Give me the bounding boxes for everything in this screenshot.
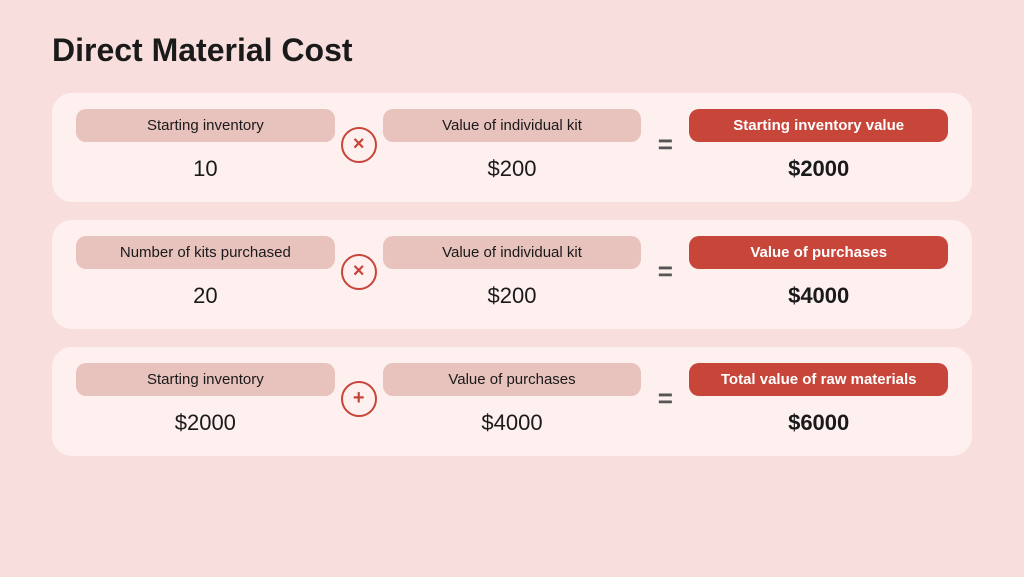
cell-label-1-2: Value of individual kit bbox=[383, 236, 642, 269]
equation-row-0: Starting inventory 10×Value of individual… bbox=[52, 93, 972, 202]
cell-value-1-4: $4000 bbox=[689, 279, 948, 313]
equation-row-2: Starting inventory $2000+Value of purchas… bbox=[52, 347, 972, 456]
page-title: Direct Material Cost bbox=[52, 32, 972, 69]
cell-group-2-2: Value of purchases $4000 bbox=[383, 363, 642, 440]
operator-symbol: + bbox=[341, 381, 377, 417]
cell-group-1-0: Number of kits purchased 20 bbox=[76, 236, 335, 313]
cell-label-0-4: Starting inventory value bbox=[689, 109, 948, 142]
cell-group-0-2: Value of individual kit $200 bbox=[383, 109, 642, 186]
operator-1-1: × bbox=[335, 254, 383, 296]
cell-label-0-2: Value of individual kit bbox=[383, 109, 642, 142]
operator-2-1: + bbox=[335, 381, 383, 423]
cell-label-0-0: Starting inventory bbox=[76, 109, 335, 142]
equation-row-1: Number of kits purchased 20×Value of indi… bbox=[52, 220, 972, 329]
equals-2-3: = bbox=[641, 383, 689, 420]
equals-0-3: = bbox=[641, 129, 689, 166]
cell-group-2-4: Total value of raw materials $6000 bbox=[689, 363, 948, 440]
cell-value-1-0: 20 bbox=[76, 279, 335, 313]
operator-symbol: × bbox=[341, 254, 377, 290]
operator-0-1: × bbox=[335, 127, 383, 169]
cell-value-2-0: $2000 bbox=[76, 406, 335, 440]
cell-group-0-4: Starting inventory value $2000 bbox=[689, 109, 948, 186]
operator-symbol: × bbox=[341, 127, 377, 163]
cell-label-1-0: Number of kits purchased bbox=[76, 236, 335, 269]
cell-label-2-0: Starting inventory bbox=[76, 363, 335, 396]
page-container: Direct Material Cost Starting inventory 1… bbox=[0, 0, 1024, 577]
cell-label-2-2: Value of purchases bbox=[383, 363, 642, 396]
cell-group-0-0: Starting inventory 10 bbox=[76, 109, 335, 186]
equals-symbol: = bbox=[658, 383, 673, 414]
cell-group-2-0: Starting inventory $2000 bbox=[76, 363, 335, 440]
cell-value-2-4: $6000 bbox=[689, 406, 948, 440]
cell-value-2-2: $4000 bbox=[383, 406, 642, 440]
cell-value-0-0: 10 bbox=[76, 152, 335, 186]
equals-1-3: = bbox=[641, 256, 689, 293]
cell-label-2-4: Total value of raw materials bbox=[689, 363, 948, 396]
cell-value-0-4: $2000 bbox=[689, 152, 948, 186]
equals-symbol: = bbox=[658, 129, 673, 160]
cell-group-1-4: Value of purchases $4000 bbox=[689, 236, 948, 313]
cell-label-1-4: Value of purchases bbox=[689, 236, 948, 269]
equals-symbol: = bbox=[658, 256, 673, 287]
cell-group-1-2: Value of individual kit $200 bbox=[383, 236, 642, 313]
cell-value-1-2: $200 bbox=[383, 279, 642, 313]
cell-value-0-2: $200 bbox=[383, 152, 642, 186]
